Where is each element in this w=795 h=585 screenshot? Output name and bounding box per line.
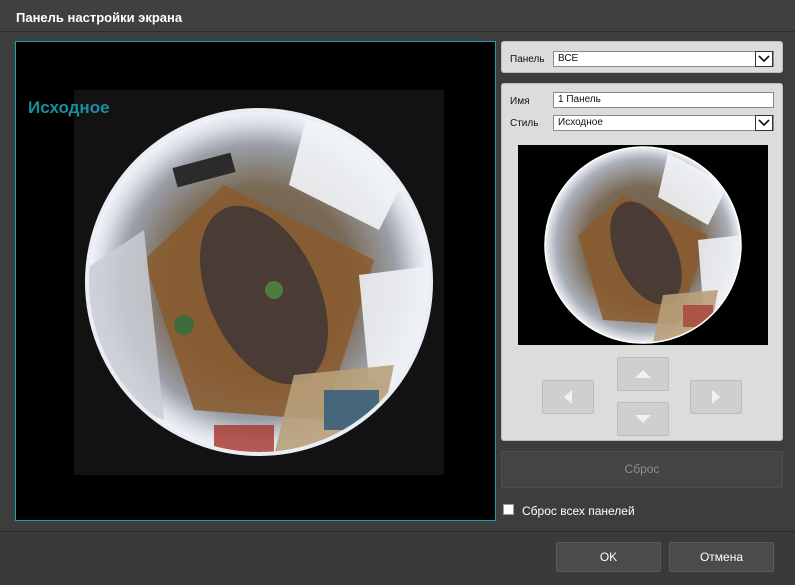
style-select-value: Исходное xyxy=(558,117,603,128)
arrow-right-icon xyxy=(712,390,720,404)
style-label: Стиль xyxy=(510,118,539,129)
window-title: Панель настройки экрана xyxy=(16,10,183,25)
arrow-up-icon xyxy=(635,370,651,378)
viewport-style-label: Исходное xyxy=(28,98,110,117)
camera-frame xyxy=(74,90,444,475)
footer: OK Отмена xyxy=(0,532,795,585)
title-bar: Панель настройки экрана xyxy=(0,0,795,32)
pan-left-button[interactable] xyxy=(542,380,594,414)
style-select[interactable]: Исходное xyxy=(553,115,774,131)
name-label: Имя xyxy=(510,96,530,107)
pan-right-button[interactable] xyxy=(690,380,742,414)
panel-settings-box: Имя 1 Панель Стиль Исходное xyxy=(501,83,783,441)
reset-all-checkbox[interactable] xyxy=(503,504,514,515)
main-viewport[interactable]: Исходное xyxy=(15,41,496,521)
panel-label: Панель xyxy=(510,54,545,65)
name-field-value: 1 Панель xyxy=(558,94,601,105)
panel-select-value: ВСЕ xyxy=(558,53,579,64)
fisheye-image xyxy=(85,108,433,456)
chevron-down-icon[interactable] xyxy=(755,115,773,131)
reset-all-label[interactable]: Сброс всех панелей xyxy=(522,504,635,518)
arrow-down-icon xyxy=(635,415,651,423)
pan-up-button[interactable] xyxy=(617,357,669,391)
cancel-button[interactable]: Отмена xyxy=(669,542,774,572)
panel-selector-box: Панель ВСЕ xyxy=(501,41,783,73)
pan-down-button[interactable] xyxy=(617,402,669,436)
chevron-down-icon[interactable] xyxy=(755,51,773,67)
panel-select[interactable]: ВСЕ xyxy=(553,51,774,67)
fisheye-preview-image xyxy=(544,146,742,344)
reset-button[interactable]: Сброс xyxy=(501,451,783,488)
name-field[interactable]: 1 Панель xyxy=(553,92,774,108)
preview-image xyxy=(518,145,768,345)
ok-button[interactable]: OK xyxy=(556,542,661,572)
arrow-left-icon xyxy=(564,390,572,404)
